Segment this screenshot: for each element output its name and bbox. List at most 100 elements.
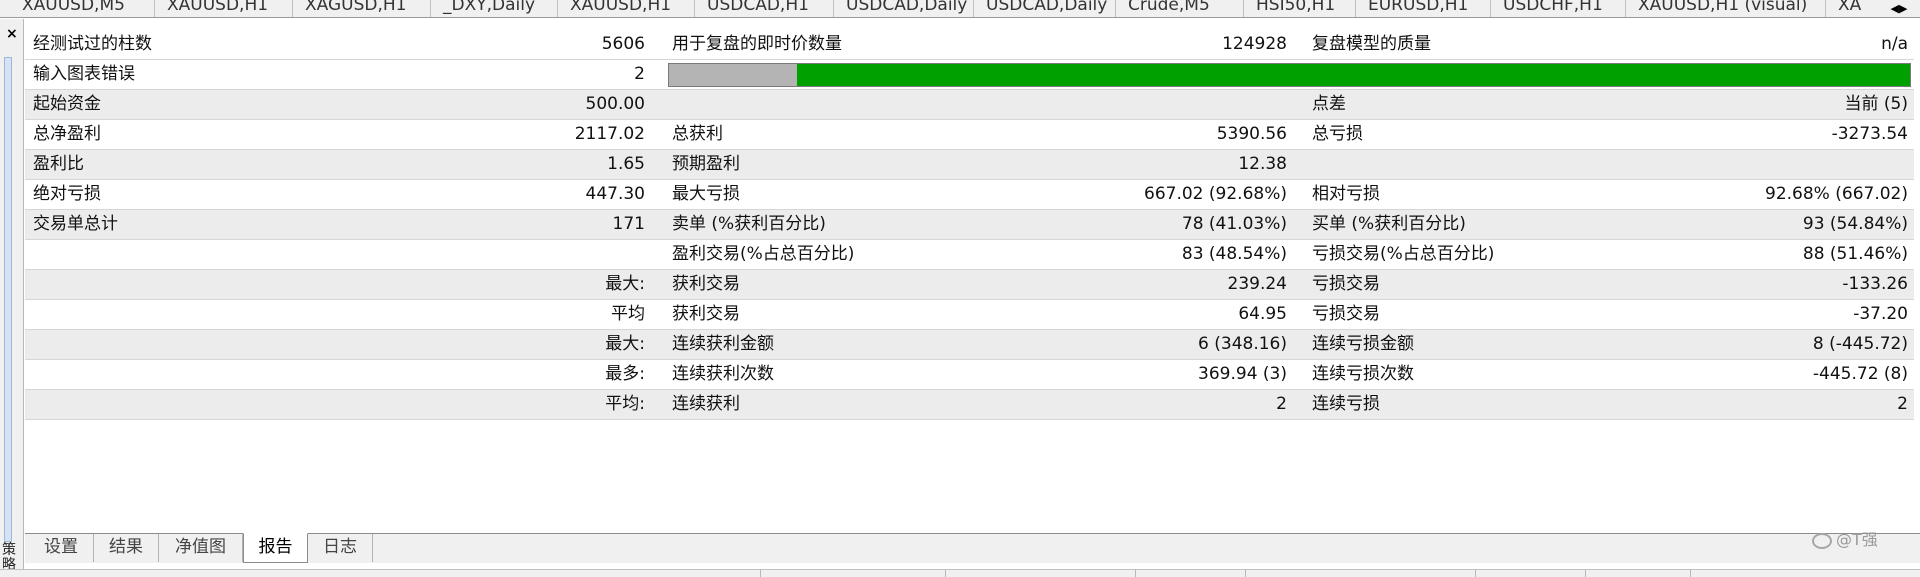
row-label: 连续亏损次数 <box>1312 364 1414 384</box>
chart-tab[interactable]: USDCAD,H1 <box>695 0 834 17</box>
table-row: 最大: 连续获利金额 6 (348.16) 连续亏损金额 8 (-445.72) <box>25 330 1914 360</box>
table-row: 绝对亏损 447.30 最大亏损 667.02 (92.68%) 相对亏损 92… <box>25 180 1914 210</box>
row-value: 83 (48.54%) <box>1181 244 1287 264</box>
row-label: 绝对亏损 <box>33 184 101 204</box>
chart-tab[interactable]: HSI50,H1 <box>1244 0 1356 17</box>
row-value: 平均: <box>605 394 645 414</box>
row-value: -37.20 <box>1853 304 1908 324</box>
table-row: 平均: 连续获利 2 连续亏损 2 <box>25 390 1914 420</box>
table-row: 最多: 连续获利次数 369.94 (3) 连续亏损次数 -445.72 (8) <box>25 360 1914 390</box>
row-label <box>33 300 363 329</box>
arrow-right-icon[interactable]: ▶ <box>1899 2 1907 15</box>
row-value: 最多: <box>605 364 645 384</box>
row-value: 2 <box>1276 394 1287 414</box>
row-value: 1.65 <box>607 154 645 174</box>
row-value: 2 <box>634 64 645 84</box>
chart-tab[interactable]: XAGUSD,H1 <box>293 0 431 17</box>
chart-tab[interactable]: Crude,M5 <box>1116 0 1244 17</box>
tester-side-bar: × 策略 <box>0 19 24 577</box>
row-value: -445.72 (8) <box>1812 364 1908 384</box>
row-label: 预期盈利 <box>672 154 740 174</box>
row-label: 相对亏损 <box>1312 184 1380 204</box>
row-label: 用于复盘的即时价数量 <box>672 34 842 54</box>
chart-tab[interactable]: EURUSD,H1 <box>1356 0 1491 17</box>
tab-settings[interactable]: 设置 <box>29 534 94 562</box>
row-value: 369.94 (3) <box>1198 364 1287 384</box>
row-label: 连续获利金额 <box>672 334 774 354</box>
arrow-left-icon[interactable]: ◀ <box>1891 2 1899 15</box>
chart-tab[interactable]: USDCAD,Daily <box>834 0 974 17</box>
row-label <box>33 390 363 419</box>
row-value: 447.30 <box>585 184 645 204</box>
row-label: 总亏损 <box>1312 124 1363 144</box>
row-value: 最大: <box>605 274 645 294</box>
chart-tab[interactable]: XA <box>1826 0 1886 17</box>
tab-journal[interactable]: 日志 <box>308 534 373 562</box>
row-label: 起始资金 <box>33 94 101 114</box>
table-row: 总净盈利 2117.02 总获利 5390.56 总亏损 -3273.54 <box>25 120 1914 150</box>
tester-tab-bar: 设置 结果 净值图 报告 日志 <box>25 533 1920 563</box>
row-label: 输入图表错误 <box>33 64 135 84</box>
row-label: 亏损交易 <box>1312 304 1380 324</box>
chart-tab[interactable]: XAUUSD,M5 <box>10 0 155 17</box>
row-value: 667.02 (92.68%) <box>1144 184 1287 204</box>
row-value: 5390.56 <box>1216 124 1287 144</box>
row-label: 盈利交易(%占总百分比) <box>672 244 855 264</box>
row-value: -3273.54 <box>1831 124 1908 144</box>
row-value: 239.24 <box>1227 274 1287 294</box>
row-label: 点差 <box>1312 94 1346 114</box>
side-scroll-bar[interactable] <box>4 57 12 542</box>
table-row: 盈利比 1.65 预期盈利 12.38 <box>25 150 1914 180</box>
row-value: 92.68% (667.02) <box>1765 184 1908 204</box>
row-label: 亏损交易 <box>1312 274 1380 294</box>
row-label: 盈利比 <box>33 154 84 174</box>
row-value: 5606 <box>601 34 645 54</box>
row-value: 124928 <box>1222 34 1287 54</box>
row-value: 最大: <box>605 334 645 354</box>
row-label <box>672 90 1002 119</box>
watermark-text: @T强 <box>1836 530 1878 549</box>
chart-tab[interactable]: XAUUSD,H1 <box>155 0 293 17</box>
chart-tab-strip: XAUUSD,M5 XAUUSD,H1 XAGUSD,H1 _DXY,Daily… <box>0 0 1920 18</box>
row-label <box>33 360 363 389</box>
row-label: 总净盈利 <box>33 124 101 144</box>
row-label: 买单 (%获利百分比) <box>1312 214 1466 234</box>
row-value: 88 (51.46%) <box>1802 244 1908 264</box>
row-label: 连续获利 <box>672 394 740 414</box>
table-row: 经测试过的柱数 5606 用于复盘的即时价数量 124928 复盘模型的质量 n… <box>25 30 1914 60</box>
row-value: 93 (54.84%) <box>1802 214 1908 234</box>
tab-results[interactable]: 结果 <box>94 534 159 562</box>
chart-tab[interactable]: USDCAD,Daily <box>974 0 1116 17</box>
row-value <box>1005 90 1287 119</box>
chart-tab[interactable]: _DXY,Daily <box>431 0 558 17</box>
table-row: 最大: 获利交易 239.24 亏损交易 -133.26 <box>25 270 1914 300</box>
row-label <box>1312 150 1642 179</box>
chart-tab[interactable]: USDCHF,H1 <box>1491 0 1626 17</box>
row-label: 卖单 (%获利百分比) <box>672 214 826 234</box>
tab-equity-graph[interactable]: 净值图 <box>159 534 243 562</box>
row-value <box>365 240 645 269</box>
row-label: 最大亏损 <box>672 184 740 204</box>
row-label <box>33 240 363 269</box>
row-value: 2 <box>1897 394 1908 414</box>
table-row: 起始资金 500.00 点差 当前 (5) <box>25 90 1914 120</box>
row-value <box>1625 150 1908 179</box>
watermark-logo-icon <box>1812 532 1832 549</box>
row-value: 78 (41.03%) <box>1181 214 1287 234</box>
row-value: 6 (348.16) <box>1198 334 1287 354</box>
tab-scroll-arrows[interactable]: ◀▶ <box>1878 0 1920 17</box>
row-label: 连续获利次数 <box>672 364 774 384</box>
row-value: 平均 <box>611 304 645 324</box>
row-value: 64.95 <box>1238 304 1287 324</box>
row-label <box>33 330 363 359</box>
report-table: 经测试过的柱数 5606 用于复盘的即时价数量 124928 复盘模型的质量 n… <box>25 30 1914 420</box>
row-label: 经测试过的柱数 <box>33 34 152 54</box>
tab-report[interactable]: 报告 <box>243 533 308 563</box>
table-row: 平均 获利交易 64.95 亏损交易 -37.20 <box>25 300 1914 330</box>
close-icon[interactable]: × <box>6 27 18 41</box>
chart-tab[interactable]: XAUUSD,H1 (visual) <box>1626 0 1826 17</box>
progress-bar <box>668 63 1911 87</box>
chart-tab[interactable]: XAUUSD,H1 <box>558 0 695 17</box>
row-label: 连续亏损 <box>1312 394 1380 414</box>
row-label: 交易单总计 <box>33 214 118 234</box>
